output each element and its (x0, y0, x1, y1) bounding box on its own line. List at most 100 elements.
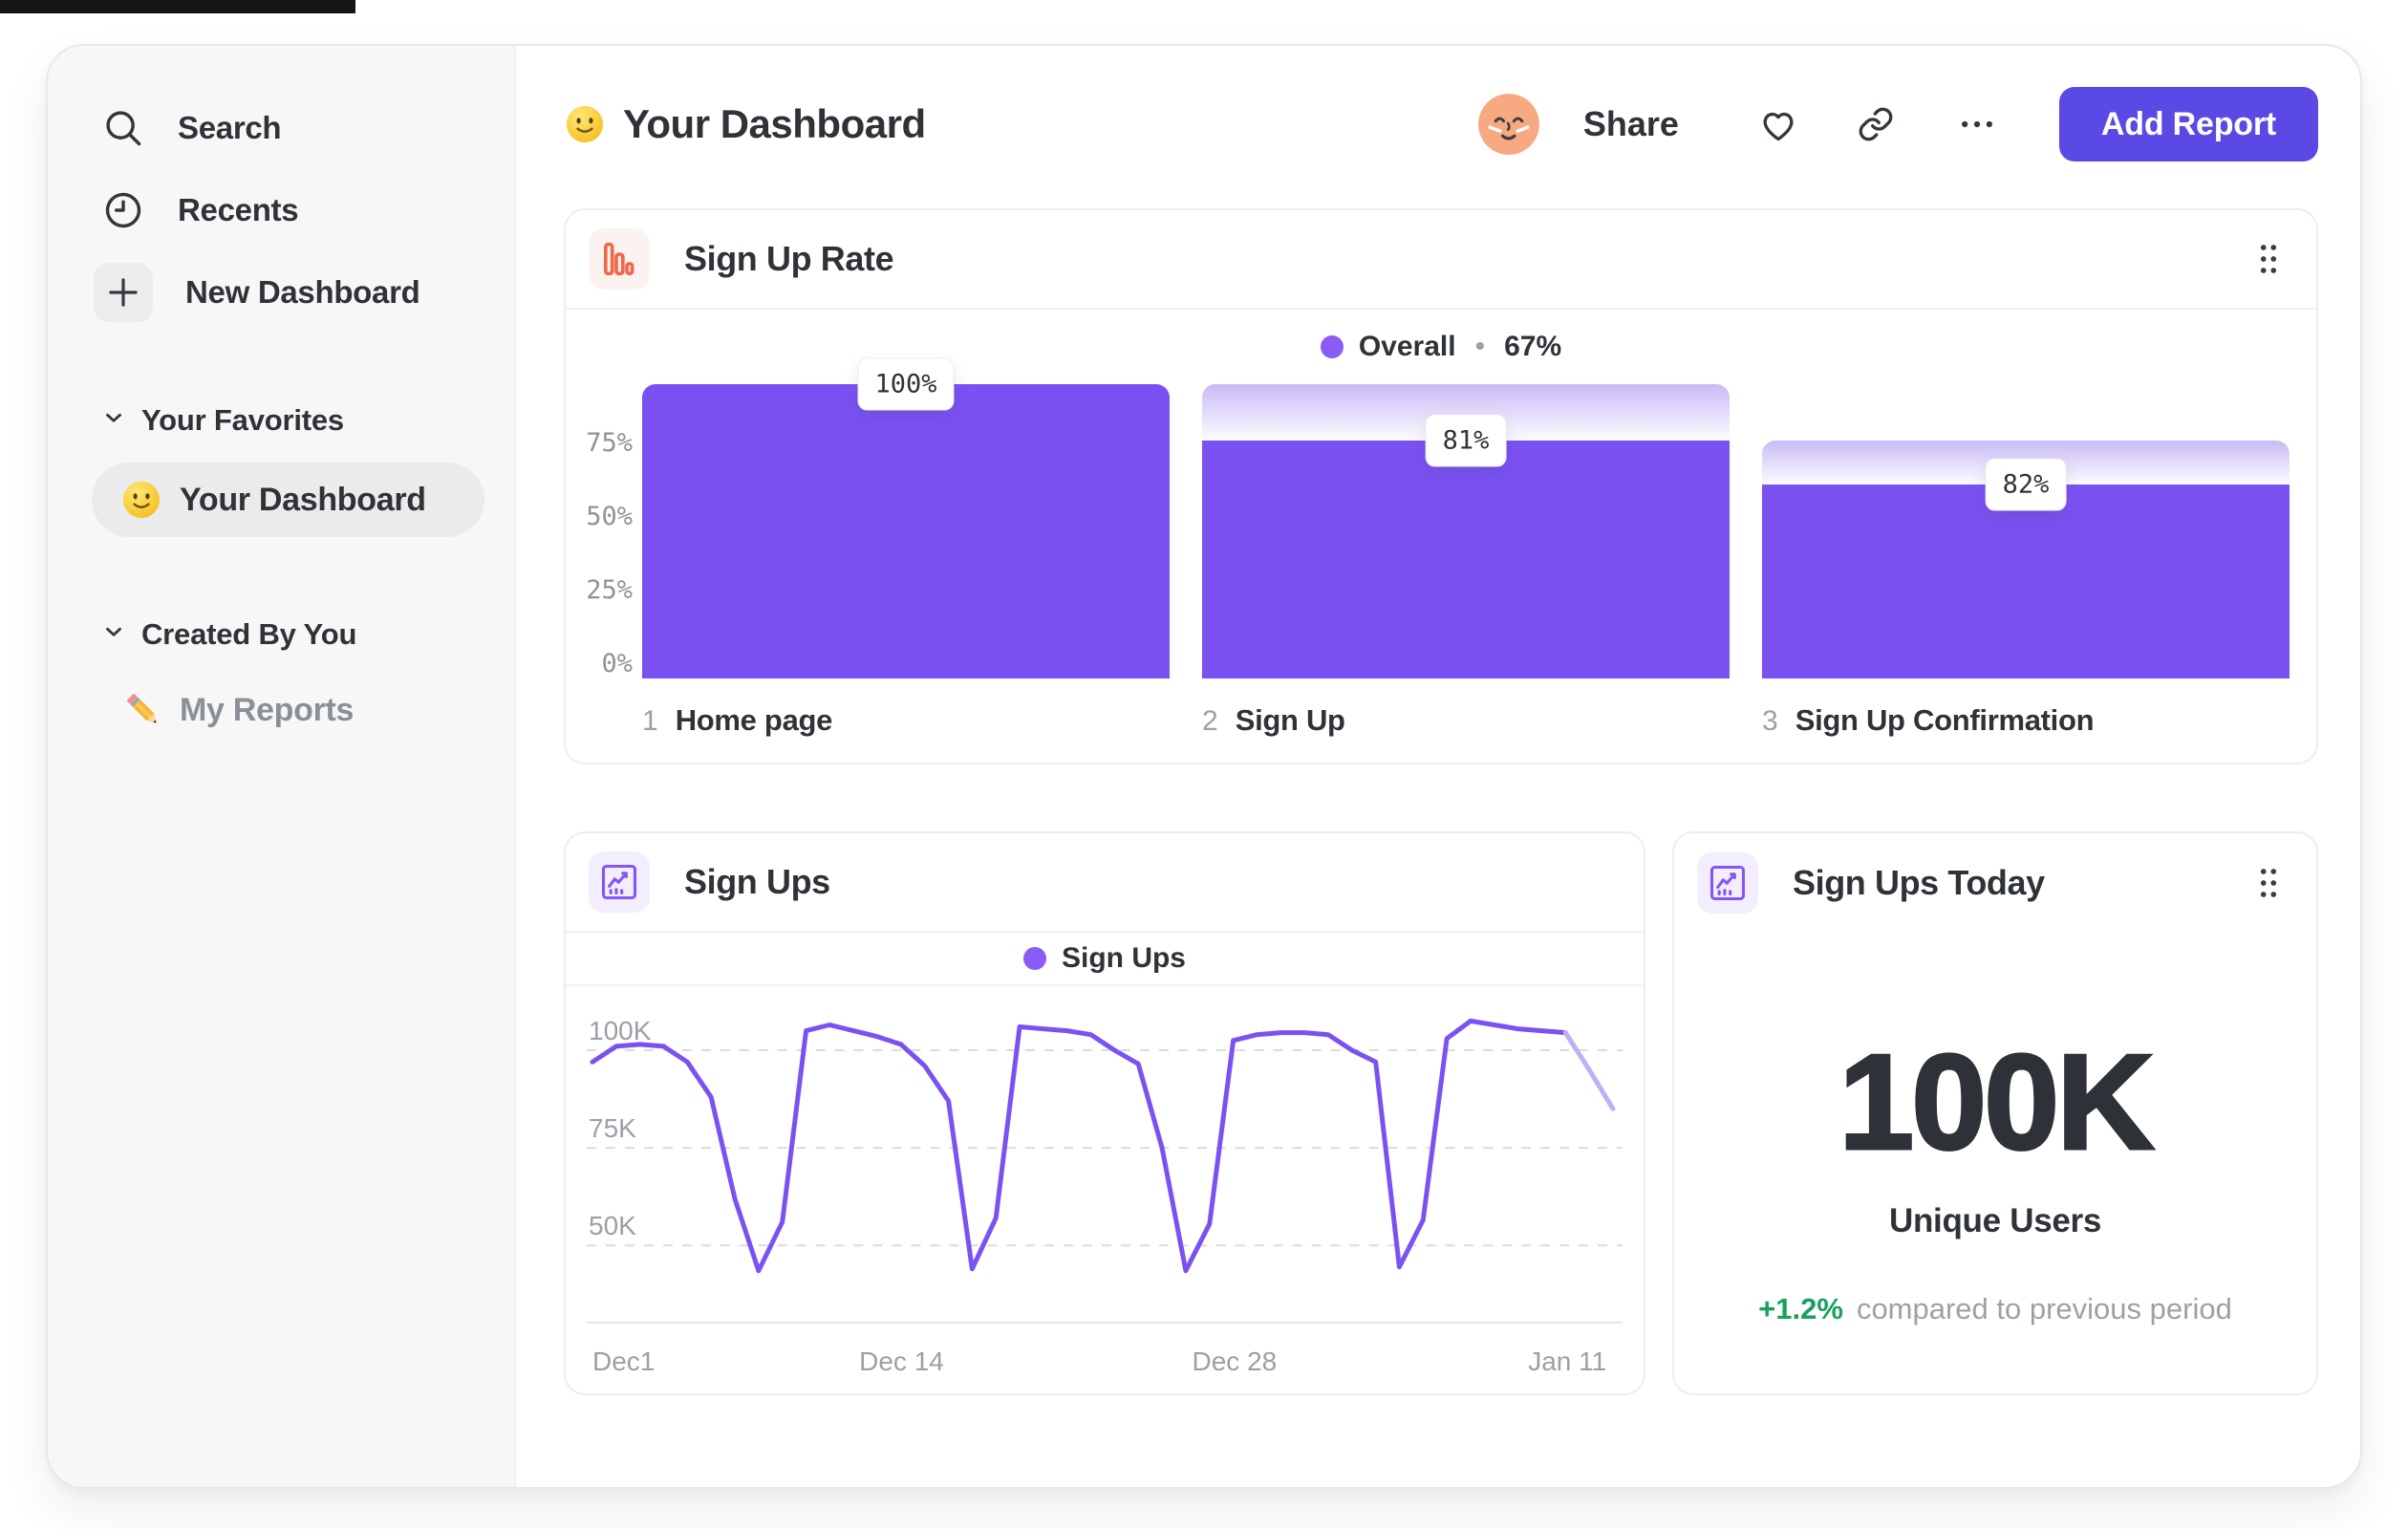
heart-icon[interactable] (1757, 103, 1799, 145)
link-icon[interactable] (1857, 103, 1899, 145)
sidebar-item-label: New Dashboard (185, 274, 420, 310)
line-x-tick: Dec1 (592, 1346, 656, 1376)
funnel-step-label: 3 Sign Up Confirmation (1762, 703, 2290, 738)
app-window: Search Recents New Dashboard Your Favori… (46, 44, 2362, 1489)
x-axis-labels: Dec1 Dec 14 Dec 28 Jan 11 (587, 1333, 1623, 1389)
smiley-emoji (566, 105, 604, 143)
sidebar-item-recents[interactable]: Recents (101, 180, 488, 241)
legend-separator: • (1474, 331, 1486, 362)
sidebar-item-label: Recents (178, 192, 299, 227)
funnel-step-label: 1 Home page (642, 703, 1170, 738)
line-y-tick: 75K (589, 1113, 636, 1144)
card-title: Sign Up Rate (684, 239, 894, 278)
legend-label: Sign Ups (1061, 942, 1186, 974)
sidebar-item-search[interactable]: Search (101, 97, 488, 159)
funnel-y-tick: 25% (586, 575, 633, 605)
pencil-emoji (127, 694, 157, 723)
funnel-step-name: Sign Up Confirmation (1795, 703, 2095, 737)
signups-line-series (590, 1018, 1568, 1274)
legend-label: Overall (1358, 331, 1456, 362)
sidebar-item-your-dashboard-selected[interactable]: Your Dashboard (92, 463, 484, 537)
page-title-wrap: Your Dashboard (564, 101, 926, 147)
stat-delta-note: compared to previous period (1856, 1292, 2232, 1325)
add-report-button[interactable]: Add Report (2058, 87, 2318, 162)
sidebar-item-new-dashboard[interactable]: New Dashboard (94, 262, 488, 323)
signups-line-series-faded (1562, 1030, 1616, 1111)
drag-handle-icon[interactable] (2251, 861, 2290, 905)
funnel-bar-fill (642, 384, 1170, 678)
sidebar-section-your-favorites[interactable]: Your Favorites (101, 403, 488, 438)
funnel-bar-fill (1762, 484, 2290, 678)
sidebar-section-created-by-you[interactable]: Created By You (101, 617, 488, 652)
funnel-step-label: 2 Sign Up (1202, 703, 1730, 738)
sidebar-item-label: Search (178, 110, 282, 145)
sidebar-item-label: Your Dashboard (180, 481, 426, 518)
legend-dot (1320, 335, 1344, 358)
funnel-step-number: 2 (1202, 705, 1218, 737)
clock-icon (101, 188, 145, 232)
bar-chart-icon (589, 228, 650, 290)
drag-handle-icon[interactable] (2251, 237, 2290, 281)
stat-delta-row: +1.2% compared to previous period (1758, 1292, 2232, 1326)
sign-up-rate-card: Sign Up Rate Overall • 67% 75% 50% 25% 0% 10… (564, 208, 2318, 764)
funnel-step-number: 1 (642, 705, 658, 737)
section-label: Created By You (141, 617, 357, 651)
funnel-step-name: Sign Up (1235, 703, 1345, 737)
funnel-chart: 75% 50% 25% 0% 100% 81% 82% 1 Home page 2 Sign Up… (566, 357, 2316, 738)
funnel-step-number: 3 (1762, 705, 1778, 737)
legend-dot (1022, 947, 1046, 970)
funnel-bar[interactable]: 100% (642, 357, 1170, 678)
line-chart-plot: 100K 75K 50K (587, 1003, 1623, 1324)
stat-metric-label: Unique Users (1888, 1202, 2102, 1239)
funnel-y-tick: 0% (601, 649, 633, 678)
card-title: Sign Ups Today (1793, 863, 2045, 902)
ellipsis-icon[interactable] (1956, 103, 1998, 145)
funnel-value-tooltip: 100% (857, 357, 955, 411)
funnel-value-tooltip: 82% (1985, 458, 2067, 511)
legend-value: 67% (1504, 331, 1562, 362)
funnel-step-labels: 1 Home page 2 Sign Up 3 Sign Up Confirmation (642, 703, 2290, 738)
chevron-down-icon (101, 617, 126, 652)
header-actions: Share Add Report (1477, 87, 2318, 162)
line-y-tick: 50K (589, 1211, 636, 1241)
main-content: Your Dashboard Share Add Report Sign Up … (516, 46, 2360, 1487)
stat-delta: +1.2% (1758, 1292, 1843, 1325)
funnel-step-name: Home page (675, 703, 833, 737)
smiley-emoji (122, 481, 161, 519)
card-header: Sign Up Rate (566, 210, 2316, 310)
line-x-tick: Jan 11 (1528, 1346, 1607, 1376)
chevron-down-icon (101, 403, 126, 438)
funnel-y-tick: 50% (586, 502, 633, 531)
card-title: Sign Ups (684, 862, 830, 901)
sidebar-item-my-reports[interactable]: My Reports (122, 677, 488, 743)
plus-icon (94, 263, 153, 322)
search-icon (101, 106, 145, 150)
sign-ups-card: Sign Ups Sign Ups 100K 75K 50K Dec1 Dec 14 D… (564, 831, 1645, 1395)
page-title: Your Dashboard (623, 101, 926, 146)
section-label: Your Favorites (141, 403, 344, 437)
cards-row: Sign Ups Sign Ups 100K 75K 50K Dec1 Dec 14 D… (564, 831, 2318, 1395)
line-chart-icon (589, 851, 650, 913)
funnel-bar[interactable]: 81% (1202, 384, 1730, 678)
line-legend: Sign Ups (566, 933, 1644, 986)
dashboard-header: Your Dashboard Share Add Report (564, 86, 2318, 162)
funnel-bar[interactable]: 82% (1762, 384, 2290, 678)
funnel-plot: 75% 50% 25% 0% 100% 81% 82% (586, 357, 2290, 678)
card-header: Sign Ups Today (1674, 833, 2316, 933)
share-button[interactable]: Share (1583, 104, 1679, 144)
funnel-value-tooltip: 81% (1425, 414, 1507, 467)
card-header: Sign Ups (566, 833, 1644, 933)
screen-capture-artifact-bar (0, 0, 355, 13)
sidebar: Search Recents New Dashboard Your Favori… (48, 46, 516, 1487)
funnel-legend: Overall • 67% (566, 310, 2316, 384)
avatar[interactable] (1477, 94, 1539, 155)
funnel-y-tick: 75% (586, 428, 633, 458)
sign-ups-today-card: Sign Ups Today 100K Unique Users +1.2% co… (1672, 831, 2318, 1395)
stat-body: 100K Unique Users +1.2% compared to previ… (1674, 933, 2316, 1326)
line-x-tick: Dec 28 (1192, 1346, 1278, 1376)
line-y-tick: 100K (589, 1016, 652, 1046)
funnel-bar-fill (1202, 440, 1730, 678)
line-x-tick: Dec 14 (859, 1346, 944, 1376)
stat-value: 100K (1838, 1025, 2156, 1180)
x-axis-line (587, 1322, 1623, 1324)
